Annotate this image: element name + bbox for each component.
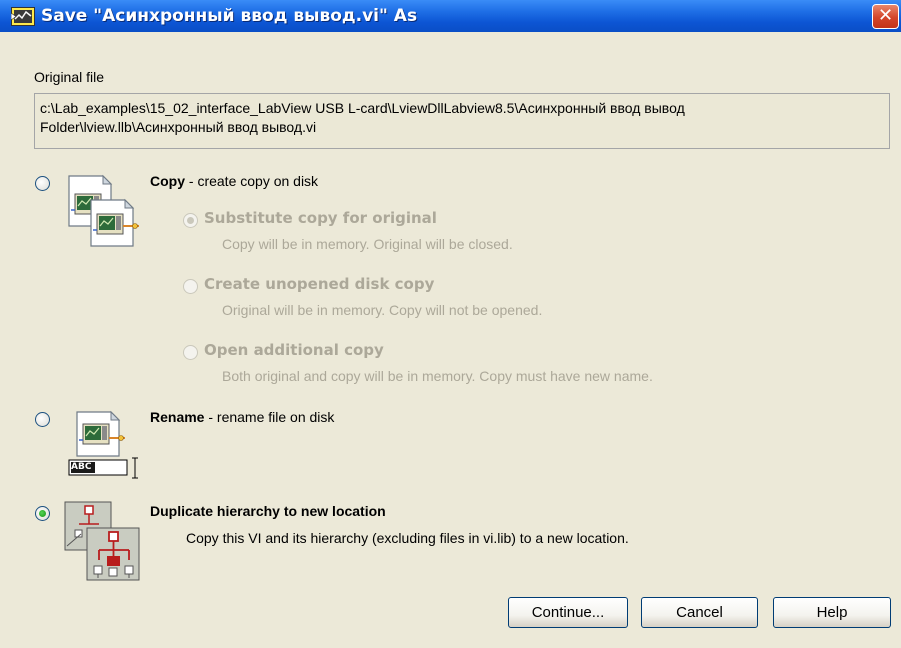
- path-line-2: Folder\lview.llb\Асинхронный ввод вывод.…: [40, 119, 317, 135]
- original-file-label: Original file: [34, 69, 105, 85]
- cancel-button[interactable]: Cancel: [641, 597, 758, 628]
- original-file-path: c:\Lab_examples\15_02_interface_LabView …: [34, 93, 890, 149]
- path-line-1: c:\Lab_examples\15_02_interface_LabView …: [40, 100, 685, 116]
- duplicate-hierarchy-title: Duplicate hierarchy to new location: [150, 503, 386, 519]
- close-icon: ✕: [877, 5, 894, 26]
- vi-rename-icon: [68, 410, 138, 479]
- open-additional-copy-description: Both original and copy will be in memory…: [222, 368, 653, 384]
- rename-option-label: Rename - rename file on disk: [150, 409, 334, 425]
- close-button[interactable]: ✕: [872, 4, 899, 29]
- window-title: Save "Асинхронный ввод вывод.vi" As: [41, 6, 418, 26]
- copy-description: - create copy on disk: [185, 173, 319, 189]
- vi-copy-icon: [68, 174, 139, 247]
- rename-description: - rename file on disk: [204, 409, 335, 425]
- continue-button[interactable]: Continue...: [508, 597, 628, 628]
- substitute-copy-title: Substitute copy for original: [204, 209, 437, 227]
- help-button[interactable]: Help: [773, 597, 891, 628]
- open-additional-copy-title: Open additional copy: [204, 341, 384, 359]
- copy-radio[interactable]: [35, 176, 50, 191]
- open-additional-copy-radio[interactable]: [183, 345, 198, 360]
- duplicate-hierarchy-description: Copy this VI and its hierarchy (excludin…: [186, 530, 629, 546]
- create-unopened-copy-radio[interactable]: [183, 279, 198, 294]
- rename-title: Rename: [150, 409, 205, 425]
- save-as-dialog: Save "Асинхронный ввод вывод.vi" As ✕ Or…: [0, 0, 901, 648]
- substitute-copy-radio[interactable]: [183, 213, 198, 228]
- copy-title: Copy: [150, 173, 185, 189]
- rename-abc-text: ABC: [71, 462, 92, 472]
- copy-option-label: Copy - create copy on disk: [150, 173, 318, 189]
- rename-radio[interactable]: [35, 412, 50, 427]
- create-unopened-copy-title: Create unopened disk copy: [204, 275, 435, 293]
- labview-app-icon: [11, 7, 35, 26]
- title-bar[interactable]: Save "Асинхронный ввод вывод.vi" As ✕: [0, 0, 901, 32]
- hierarchy-icon: [64, 501, 140, 581]
- duplicate-hierarchy-radio[interactable]: [35, 506, 50, 521]
- substitute-copy-description: Copy will be in memory. Original will be…: [222, 236, 513, 252]
- create-unopened-copy-description: Original will be in memory. Copy will no…: [222, 302, 543, 318]
